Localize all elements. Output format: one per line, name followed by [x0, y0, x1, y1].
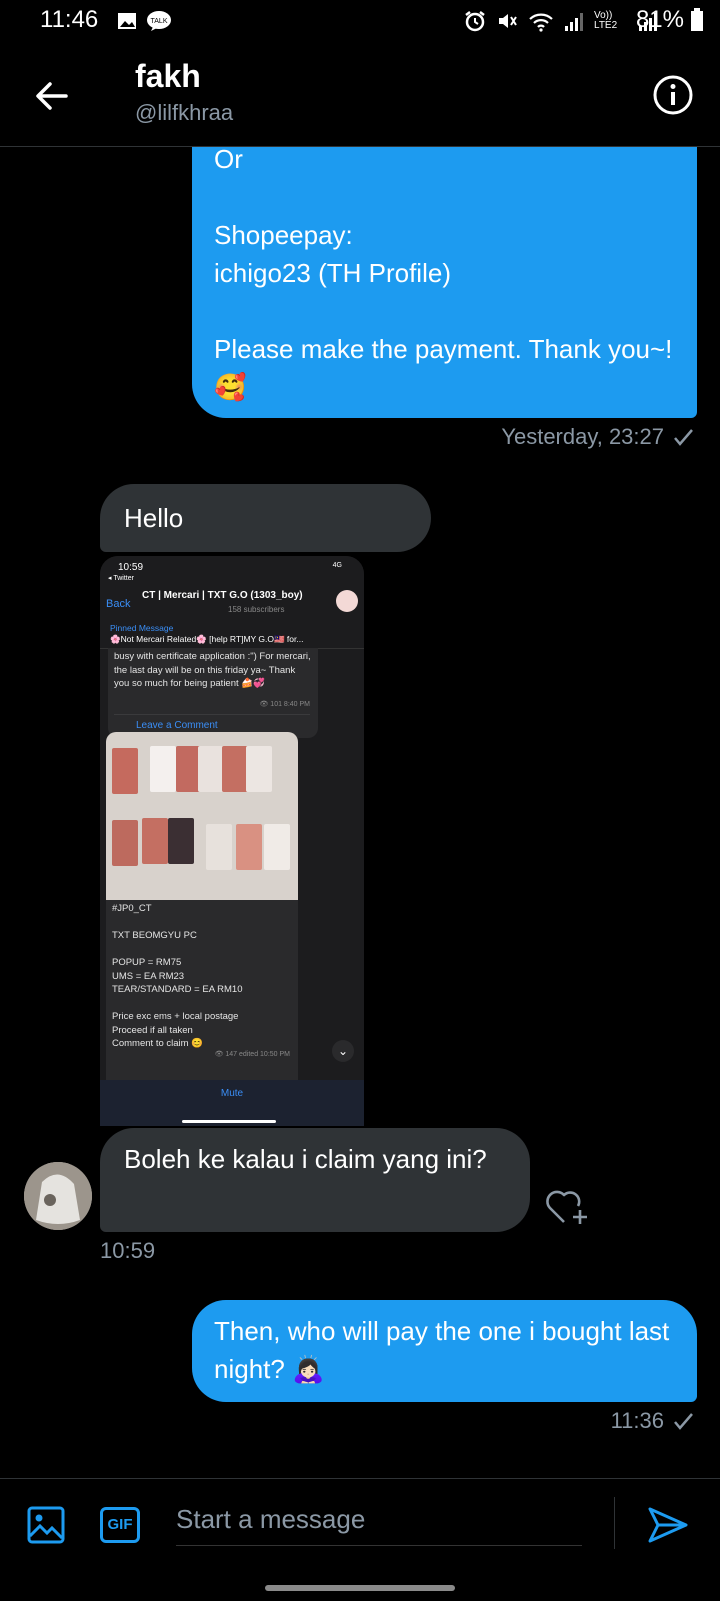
sent-check-icon [674, 1413, 693, 1430]
network-label: Vo)) LTE2 [594, 10, 618, 31]
image-status-back: ◂ Twitter [108, 575, 134, 582]
timestamp-text: 11:36 [610, 1408, 664, 1433]
status-time: 11:46 [40, 6, 99, 33]
timestamp-text: Yesterday, 23:27 [501, 424, 664, 449]
battery-status: 81% [636, 6, 704, 34]
image-back-label: Back [106, 598, 131, 610]
talk-icon: TALK [147, 11, 171, 31]
image-message-meta: 👁 101 8:40 PM [259, 701, 310, 708]
gif-label: GIF [107, 1516, 133, 1533]
incoming-message[interactable]: Boleh ke kalau i claim yang ini? [100, 1128, 530, 1232]
image-pinned-message: Pinned Message 🌸Not Mercari Related🌸 [he… [100, 620, 364, 649]
image-channel-header: Back CT | Mercari | TXT G.O (1303_boy) 1… [100, 586, 364, 621]
image-message: busy with certificate application :") Fo… [108, 648, 318, 738]
gallery-icon [118, 13, 136, 29]
info-icon[interactable] [652, 74, 694, 116]
status-notification-icons: TALK [116, 10, 172, 32]
incoming-message[interactable]: Hello [100, 484, 431, 552]
composer-bar: GIF [0, 1478, 720, 1601]
image-pinned-label: Pinned Message [110, 623, 174, 633]
status-system-icons: Vo)) LTE2 [464, 10, 658, 32]
image-bottom-bar: Mute [100, 1080, 364, 1126]
image-pinned-text: 🌸Not Mercari Related🌸 [help RT]MY G.O🇲🇾 … [110, 634, 304, 644]
composer-divider [614, 1497, 615, 1549]
sent-check-icon [674, 429, 693, 446]
image-home-indicator [182, 1120, 276, 1123]
message-input[interactable] [176, 1493, 582, 1546]
mute-icon [499, 14, 517, 28]
contact-handle[interactable]: @lilfkhraa [135, 100, 233, 126]
battery-icon [691, 8, 703, 31]
image-scroll-down-icon: ⌄ [332, 1040, 354, 1062]
image-post-card: #JP0_CT TXT BEOMGYU PC POPUP = RM75 UMS … [106, 732, 298, 1092]
shared-image[interactable]: 10:59 ◂ Twitter 4G Back CT | Mercari | T… [100, 556, 364, 1126]
image-channel-title: CT | Mercari | TXT G.O (1303_boy) [142, 590, 303, 601]
gif-button[interactable]: GIF [100, 1507, 140, 1543]
image-channel-avatar [336, 590, 358, 612]
image-message-text: busy with certificate application :") Fo… [114, 651, 311, 689]
conversation-header-bar: fakh @lilfkhraa [0, 44, 720, 147]
image-mute-label: Mute [220, 1088, 244, 1099]
status-bar: 11:46 TALK Vo)) LTE2 81% [0, 0, 720, 44]
contact-name[interactable]: fakh [135, 58, 201, 95]
alarm-icon [465, 11, 485, 32]
svg-text:TALK: TALK [151, 18, 168, 25]
outgoing-message[interactable]: Then, who will pay the one i bought last… [192, 1300, 697, 1402]
outgoing-message[interactable]: Or Shopeepay: ichigo23 (TH Profile) Plea… [192, 110, 697, 418]
avatar[interactable] [24, 1162, 92, 1230]
add-reaction-icon[interactable] [544, 1186, 592, 1228]
message-timestamp: 11:36 [611, 1408, 694, 1434]
image-subscribers: 158 subscribers [228, 605, 285, 614]
image-post-meta: 👁 147 edited 10:50 PM [214, 1051, 290, 1058]
image-post-text: #JP0_CT TXT BEOMGYU PC POPUP = RM75 UMS … [112, 903, 243, 1049]
wifi-icon [529, 13, 553, 32]
back-arrow-icon[interactable] [30, 74, 74, 118]
image-status-net: 4G [332, 562, 342, 569]
battery-percent: 81% [635, 6, 684, 33]
message-timestamp: Yesterday, 23:27 [501, 424, 694, 450]
photocards-photo [106, 732, 298, 900]
image-upload-icon[interactable] [26, 1505, 66, 1545]
send-icon[interactable] [646, 1505, 690, 1545]
image-status-time: 10:59 [118, 562, 144, 573]
home-indicator [265, 1585, 455, 1591]
message-timestamp: 10:59 [100, 1238, 156, 1263]
signal-icon [565, 13, 583, 31]
